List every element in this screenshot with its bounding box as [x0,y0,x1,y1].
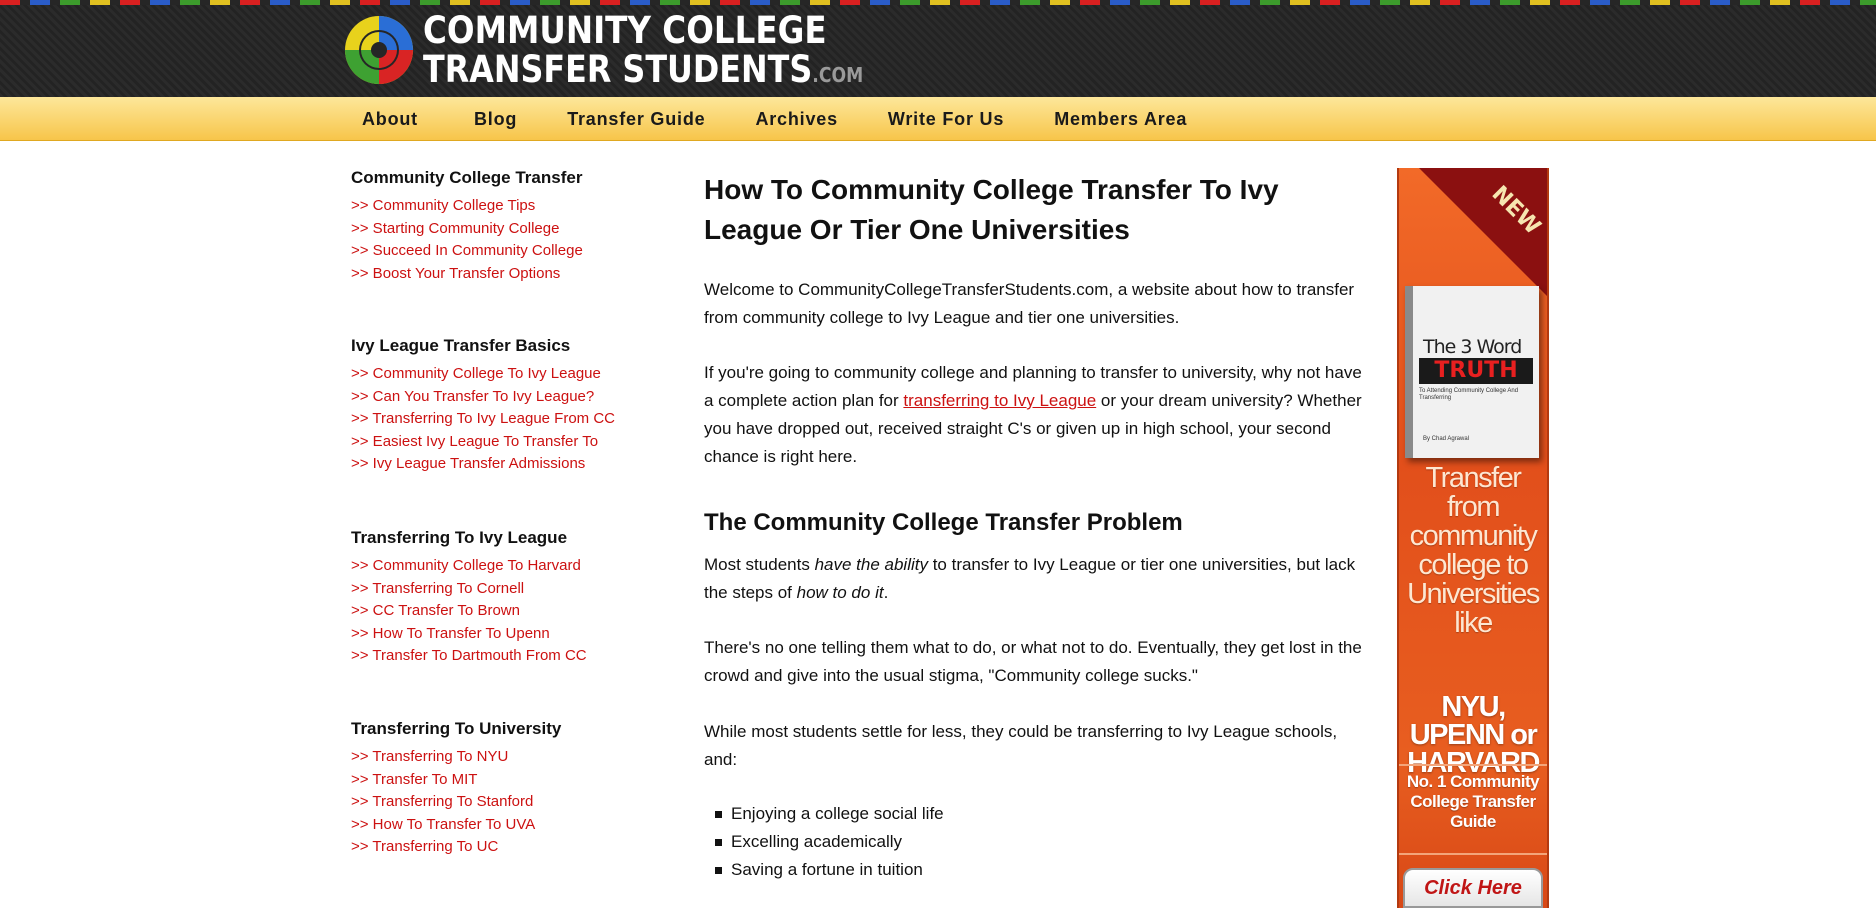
sidebar-section-community-college-transfer: Community College Transfer >> Community … [351,168,651,285]
intro-paragraph: Welcome to CommunityCollegeTransferStude… [704,280,1355,327]
sidebar-heading: Community College Transfer [351,168,583,187]
list-item: Excelling academically [704,828,1364,856]
sidebar-link[interactable]: >> Transferring To Cornell [351,578,651,601]
benefits-list: Enjoying a college social life Excelling… [704,800,1364,884]
logo-line-2-text: TRANSFER STUDENTS [423,48,813,91]
paragraph-text: Most students [704,555,815,574]
sidebar-link[interactable]: >> Transfer To MIT [351,769,651,792]
stigma-paragraph: There's no one telling them what to do, … [704,638,1362,685]
list-item: Saving a fortune in tuition [704,856,1364,884]
sidebar-link[interactable]: >> Can You Transfer To Ivy League? [351,386,651,409]
sidebar-links: >> Transferring To NYU >> Transfer To MI… [351,746,651,859]
sidebar-link[interactable]: >> Ivy League Transfer Admissions [351,453,651,476]
sidebar-link[interactable]: >> CC Transfer To Brown [351,600,651,623]
sidebar-heading: Ivy League Transfer Basics [351,336,571,355]
emphasis-text: how to do it [796,583,884,602]
list-item: Enjoying a college social life [704,800,1364,828]
section-heading: The Community College Transfer Problem [704,509,1183,536]
sidebar-link[interactable]: >> Community College To Ivy League [351,363,651,386]
settle-paragraph: While most students settle for less, the… [704,722,1338,769]
sidebar-link[interactable]: >> How To Transfer To UVA [351,814,651,837]
ad-divider [1399,853,1547,855]
sidebar-section-transferring-to-university: Transferring To University >> Transferri… [351,719,651,859]
sidebar-section-transferring-to-ivy-league: Transferring To Ivy League >> Community … [351,528,651,668]
page-title: How To Community College Transfer To Ivy… [704,174,1279,245]
emphasis-text: have the ability [814,555,928,574]
book-subtitle: To Attending Community College And Trans… [1419,388,1519,401]
sidebar-links: >> Community College Tips >> Starting Co… [351,195,651,285]
sidebar-section-ivy-league-transfer-basics: Ivy League Transfer Basics >> Community … [351,336,651,476]
nav-transfer-guide[interactable]: Transfer Guide [567,109,705,130]
sidebar-heading: Transferring To University [351,719,562,738]
action-plan-paragraph: If you're going to community college and… [704,359,1364,471]
book-cover-image: The 3 Word TRUTH To Attending Community … [1405,286,1539,458]
nav-members-area[interactable]: Members Area [1054,109,1187,130]
sidebar-link[interactable]: >> Starting Community College [351,218,651,241]
sidebar-link[interactable]: >> Transferring To Stanford [351,791,651,814]
header-background [0,5,1876,97]
site-logo[interactable]: COMMUNITY COLLEGE TRANSFER STUDENTS.COM [343,12,935,88]
header-color-stripe [0,0,1876,5]
swirl-logo-icon [345,16,413,84]
logo-line-1: COMMUNITY COLLEGE [423,9,827,52]
ivy-league-transfer-link[interactable]: transferring to Ivy League [903,391,1096,410]
nav-write-for-us[interactable]: Write For Us [888,109,1004,130]
book-title-truth: TRUTH [1419,358,1533,384]
sidebar-link[interactable]: >> Transferring To UC [351,836,651,859]
paragraph-text: . [883,583,889,602]
sidebar-heading: Transferring To Ivy League [351,528,568,547]
book-author: By Chad Agrawal [1423,436,1470,442]
sidebar-link[interactable]: >> Transferring To Ivy League From CC [351,408,651,431]
sidebar-link[interactable]: >> Succeed In Community College [351,240,651,263]
site-header: COMMUNITY COLLEGE TRANSFER STUDENTS.COM [0,0,1876,97]
sidebar-links: >> Community College To Ivy League >> Ca… [351,363,651,476]
sidebar-link[interactable]: >> Boost Your Transfer Options [351,263,651,286]
ad-divider [1399,764,1547,766]
sidebar-link[interactable]: >> Transfer To Dartmouth From CC [351,645,651,668]
nav-items: About Blog Transfer Guide Archives Write… [362,97,1187,141]
sidebar-link[interactable]: >> Transferring To NYU [351,746,651,769]
ad-banner[interactable]: NEW The 3 Word TRUTH To Attending Commun… [1397,168,1549,908]
sidebar-link[interactable]: >> Community College To Harvard [351,555,651,578]
logo-dotcom: .COM [812,63,864,87]
ad-guide-text: No. 1 Community College Transfer Guide [1406,772,1540,831]
nav-blog[interactable]: Blog [474,109,517,130]
main-nav: About Blog Transfer Guide Archives Write… [0,97,1876,141]
sidebar-links: >> Community College To Harvard >> Trans… [351,555,651,668]
sidebar-link[interactable]: >> Easiest Ivy League To Transfer To [351,431,651,454]
logo-line-2: TRANSFER STUDENTS.COM [423,51,863,88]
main-content: How To Community College Transfer To Ivy… [704,170,1364,884]
ad-tagline: Transfer from community college to Unive… [1407,462,1540,639]
nav-archives[interactable]: Archives [755,109,837,130]
sidebar-link[interactable]: >> How To Transfer To Upenn [351,623,651,646]
click-here-button[interactable]: Click Here [1403,868,1543,908]
sidebar-link[interactable]: >> Community College Tips [351,195,651,218]
nav-about[interactable]: About [362,109,418,130]
book-title-top: The 3 Word [1423,336,1522,358]
problem-paragraph: Most students have the ability to transf… [704,551,1364,607]
logo-wordmark: COMMUNITY COLLEGE TRANSFER STUDENTS.COM [423,12,935,88]
